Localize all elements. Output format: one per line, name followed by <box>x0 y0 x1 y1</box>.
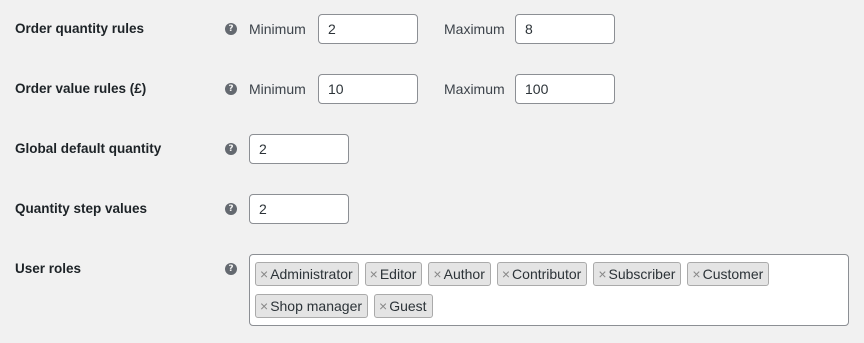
user-roles-label: User roles <box>15 261 82 276</box>
question-circle-icon[interactable]: ? <box>225 263 237 275</box>
role-chip-customer: × Customer <box>687 262 770 286</box>
role-chip-label: Administrator <box>270 266 353 282</box>
role-chip-label: Customer <box>702 266 764 282</box>
role-chip-label: Contributor <box>512 266 582 282</box>
remove-chip-icon[interactable]: × <box>433 263 441 285</box>
remove-chip-icon[interactable]: × <box>692 263 700 285</box>
remove-chip-icon[interactable]: × <box>260 263 268 285</box>
question-circle-icon[interactable]: ? <box>225 143 237 155</box>
order-quantity-max-label: Maximum <box>444 21 505 37</box>
question-circle-icon[interactable]: ? <box>225 83 237 95</box>
order-value-rules-label: Order value rules (£) <box>15 81 147 96</box>
order-value-min-label: Minimum <box>249 81 306 97</box>
order-value-max-input[interactable] <box>515 74 615 104</box>
order-quantity-min-input[interactable] <box>318 14 418 44</box>
remove-chip-icon[interactable]: × <box>502 263 510 285</box>
order-value-min-input[interactable] <box>318 74 418 104</box>
role-chip-author: × Author <box>428 262 491 286</box>
user-roles-chip-list: × Administrator × Editor × Author × Contribu… <box>255 260 848 324</box>
role-chip-label: Subscriber <box>608 266 676 282</box>
role-chip-guest: × Guest <box>374 294 433 318</box>
role-chip-label: Editor <box>379 266 417 282</box>
order-quantity-max-input[interactable] <box>515 14 615 44</box>
remove-chip-icon[interactable]: × <box>370 263 378 285</box>
role-chip-shop-manager: × Shop manager <box>255 294 369 318</box>
role-chip-label: Author <box>443 266 485 282</box>
global-default-quantity-input[interactable] <box>249 134 349 164</box>
quantity-step-values-input[interactable] <box>249 194 349 224</box>
remove-chip-icon[interactable]: × <box>260 295 268 317</box>
remove-chip-icon[interactable]: × <box>598 263 606 285</box>
role-chip-subscriber: × Subscriber <box>593 262 682 286</box>
remove-chip-icon[interactable]: × <box>379 295 387 317</box>
role-chip-label: Guest <box>389 298 427 314</box>
user-roles-multiselect[interactable]: × Administrator × Editor × Author × Contribu… <box>249 254 849 326</box>
role-chip-contributor: × Contributor <box>496 262 588 286</box>
order-value-max-label: Maximum <box>444 81 505 97</box>
question-circle-icon[interactable]: ? <box>225 203 237 215</box>
order-quantity-min-label: Minimum <box>249 21 306 37</box>
quantity-step-values-label: Quantity step values <box>15 201 148 216</box>
role-chip-administrator: × Administrator <box>255 262 359 286</box>
global-default-quantity-label: Global default quantity <box>15 141 162 156</box>
question-circle-icon[interactable]: ? <box>225 23 237 35</box>
role-chip-label: Shop manager <box>270 298 363 314</box>
order-quantity-rules-label: Order quantity rules <box>15 21 145 36</box>
role-chip-editor: × Editor <box>364 262 423 286</box>
